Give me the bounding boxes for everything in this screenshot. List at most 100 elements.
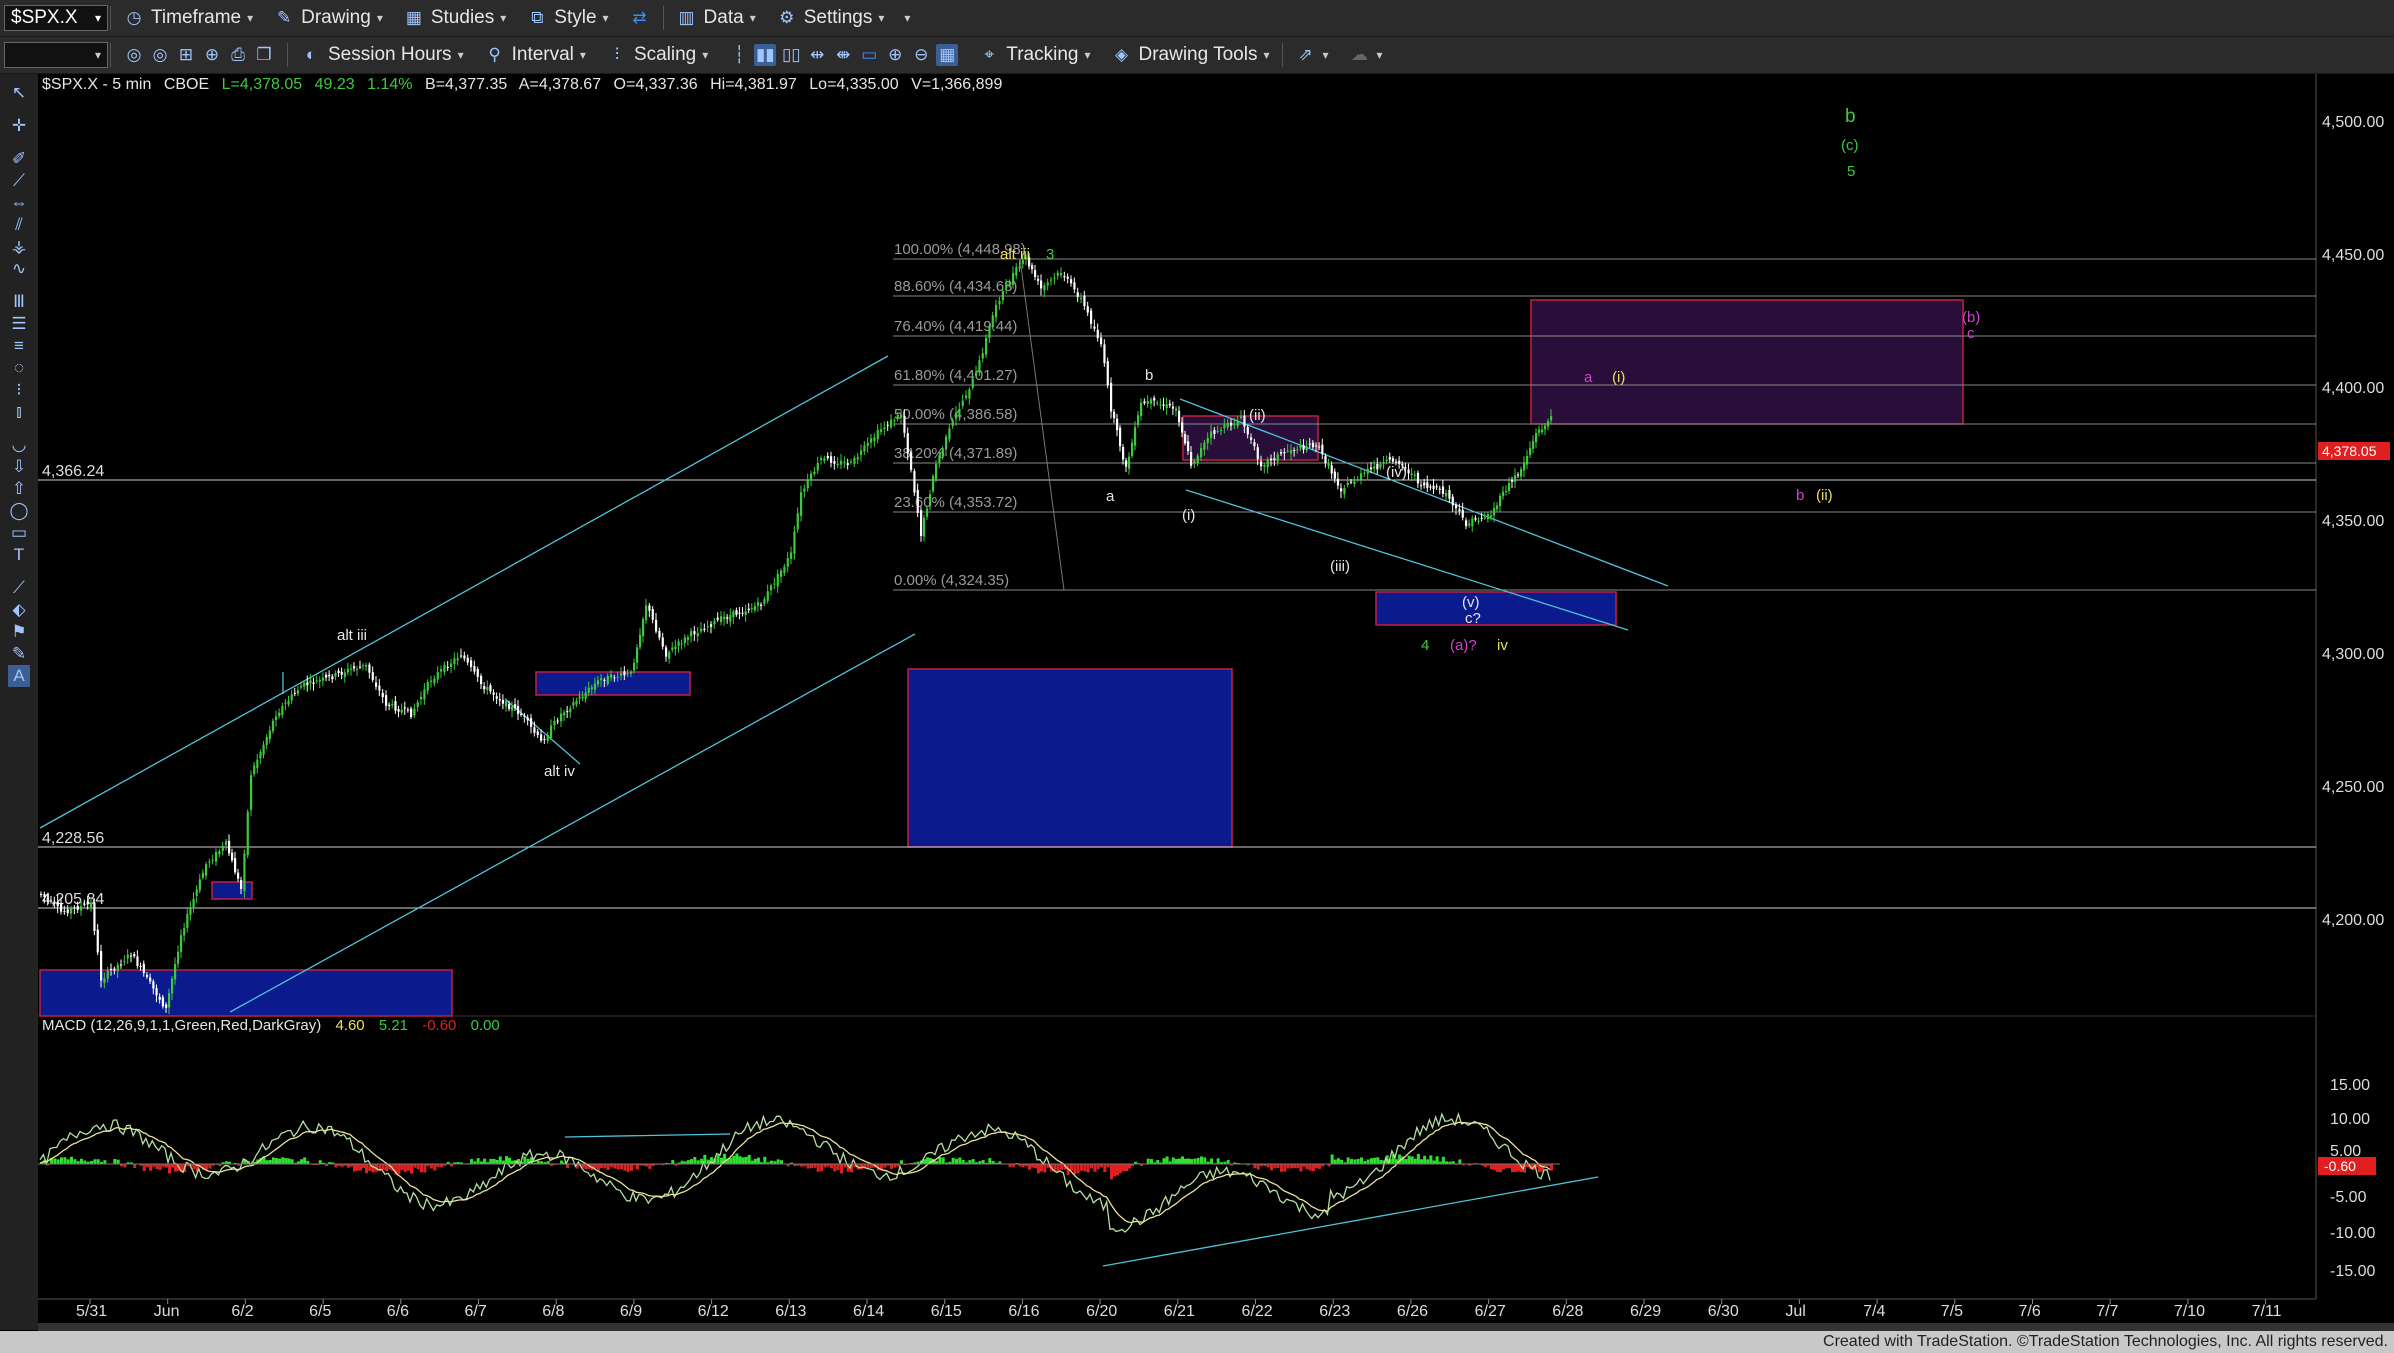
zoom-in-icon[interactable]: ⊕ <box>884 44 906 66</box>
candle-body <box>773 583 776 585</box>
target-icon[interactable]: ◎ <box>149 44 171 66</box>
price-chart[interactable]: 4,366.24 4,228.56 4,205.84 100.00% (4,44… <box>0 74 2394 1331</box>
tracking-button[interactable]: ⌖ Tracking ▾ <box>968 37 1100 73</box>
macd-histogram-bar <box>1093 1164 1097 1172</box>
candle-body <box>281 706 284 716</box>
candle-body <box>1451 496 1454 506</box>
session-hours-button[interactable]: ◐ Session Hours ▾ <box>290 37 474 73</box>
settings-menu[interactable]: ⚙ Settings ▾ <box>766 0 895 36</box>
macd-histogram-bar <box>1103 1164 1107 1173</box>
candle-body <box>189 907 192 915</box>
candle-body <box>1324 455 1327 464</box>
hollow-candle-icon[interactable]: ▯▯ <box>780 44 802 66</box>
drawing-menu[interactable]: ✎ Drawing ▾ <box>263 0 393 36</box>
label-green-b: b <box>1845 106 1856 127</box>
candle-body <box>935 464 938 480</box>
candle-body <box>880 429 883 432</box>
chat-button[interactable]: ☁ ▾ <box>1339 37 1393 73</box>
candle-body <box>677 641 680 647</box>
chevron-down-icon: ▾ <box>579 48 586 62</box>
compress-icon[interactable]: ⇼ <box>832 44 854 66</box>
candle-body <box>744 611 747 616</box>
macd-histogram-bar <box>716 1155 720 1165</box>
fib-label-382: 38.20% (4,371.89) <box>894 445 1017 462</box>
drawing-tools-button[interactable]: ◈ Drawing Tools ▾ <box>1100 37 1279 73</box>
candle-body <box>1116 418 1119 431</box>
candle-body <box>626 673 629 675</box>
interval-button[interactable]: ⚲ Interval ▾ <box>474 37 596 73</box>
price-tick-4250: 4,250.00 <box>2322 779 2384 796</box>
bar-chart-icon[interactable]: ┆ <box>728 44 750 66</box>
candle-body <box>343 672 346 677</box>
candle-body <box>1438 488 1441 490</box>
candle-body <box>473 666 476 672</box>
candle-body <box>1046 282 1049 286</box>
candle-body <box>1203 442 1206 450</box>
copy-icon[interactable]: ❐ <box>253 44 275 66</box>
macd-histogram-bar <box>1505 1164 1508 1169</box>
candle-body <box>293 692 296 694</box>
candle-body <box>750 607 753 609</box>
header-open: O=4,337.36 <box>614 76 698 93</box>
grid-icon[interactable]: ⊞ <box>175 44 197 66</box>
date-tick-label: 6/14 <box>853 1303 884 1320</box>
zoom-out-icon[interactable]: ⊖ <box>910 44 932 66</box>
macd-histogram-bar <box>1083 1164 1087 1172</box>
candle-body <box>716 617 719 620</box>
label-three: 3 <box>1046 246 1054 263</box>
candle-body <box>453 658 456 664</box>
macd-histogram-bar <box>1256 1164 1260 1170</box>
candle-body <box>1490 515 1493 517</box>
link-button[interactable]: ⇄ <box>619 0 661 36</box>
candle-body <box>1280 452 1283 454</box>
style-menu[interactable]: ⧉ Style ▾ <box>516 0 618 36</box>
candle-body <box>130 955 133 957</box>
candle-body <box>1544 425 1547 430</box>
candlestick-icon[interactable]: ▮▮ <box>754 44 777 66</box>
candle-body <box>391 704 394 706</box>
candle-body <box>498 699 501 701</box>
candle-body <box>1190 452 1193 466</box>
macd-histogram-bar <box>423 1164 427 1173</box>
macd-histogram-bar <box>70 1156 73 1165</box>
macd-histogram-bar <box>820 1164 823 1172</box>
candle-body <box>526 717 529 721</box>
price-tick-4450: 4,450.00 <box>2322 247 2384 264</box>
candle-body <box>259 752 262 759</box>
candle-body <box>1210 431 1213 438</box>
macd-histogram-bar <box>281 1157 285 1165</box>
candle-body <box>149 977 152 982</box>
candle-body <box>1143 401 1146 404</box>
window-icon[interactable]: ▭ <box>858 44 880 66</box>
candle-body <box>1012 272 1015 285</box>
circle-tool-icon[interactable]: ◎ <box>123 44 145 66</box>
symbol-selector[interactable]: $SPX.X ▾ <box>4 5 108 31</box>
export-button[interactable]: ⇗ ▾ <box>1285 37 1339 73</box>
interval-label: Interval <box>511 44 574 65</box>
tracking-label: Tracking <box>1006 44 1079 65</box>
grid-toggle-icon[interactable]: ▦ <box>936 44 959 66</box>
candle-body <box>723 617 726 620</box>
date-tick-label: 6/27 <box>1475 1303 1506 1320</box>
candle-body <box>816 462 819 471</box>
chevron-down-icon: ▾ <box>702 48 709 62</box>
candle-body <box>1423 482 1426 486</box>
studies-menu[interactable]: ▦ Studies ▾ <box>393 0 516 36</box>
studies-icon: ▦ <box>405 8 422 27</box>
horizontal-scrollbar[interactable] <box>38 1323 2394 1331</box>
label-yellow-ii: (ii) <box>1816 487 1833 504</box>
preset-selector[interactable]: ▾ <box>4 42 108 68</box>
candle-body <box>693 630 696 635</box>
candle-body <box>66 909 69 914</box>
magnet-icon[interactable]: ⊕ <box>201 44 223 66</box>
data-menu[interactable]: ▥ Data ▾ <box>666 0 766 36</box>
print-icon[interactable]: ⎙ <box>227 44 249 66</box>
candle-body <box>1260 461 1263 467</box>
candle-body <box>836 463 839 466</box>
scaling-button[interactable]: ⫶ Scaling ▾ <box>596 37 718 73</box>
timeframe-menu[interactable]: ◷ Timeframe ▾ <box>113 0 263 36</box>
candle-body <box>1113 411 1116 419</box>
zoom-bars-icon[interactable]: ⇹ <box>806 44 828 66</box>
more-menu[interactable]: ▾ <box>894 0 920 36</box>
candle-body <box>1162 404 1165 406</box>
